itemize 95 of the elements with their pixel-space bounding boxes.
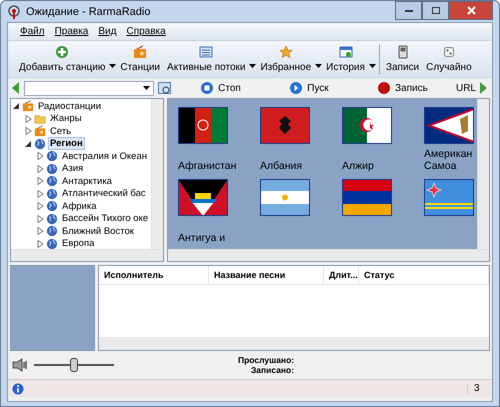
scrollbar[interactable] [151,99,163,249]
country-name[interactable]: Афганистан [178,148,254,172]
calendar-icon [338,45,353,59]
tree-item[interactable]: Атлантический бас [60,187,148,200]
radio-icon [22,100,34,112]
toolbar-button[interactable]: Избранное [257,43,314,75]
plus-icon [55,45,70,59]
radio-icon [34,125,46,138]
menu-item[interactable]: Правка [54,26,88,37]
status-count: 3 [467,383,488,394]
tree-item[interactable]: Радиостанции [36,100,104,113]
caret-icon[interactable] [315,64,322,68]
toolbar-button[interactable]: Добавить станцию [16,43,108,75]
tree-item[interactable]: Сеть [48,124,74,138]
toolbar-button[interactable]: Активные потоки [164,43,248,75]
stop-icon [200,81,214,95]
radio-tower-icon [7,4,21,18]
caret-icon[interactable] [109,64,116,68]
record-icon [376,81,391,95]
toolbar-button[interactable]: Станции [117,43,164,75]
expander-icon[interactable] [13,102,20,110]
toolbar-button[interactable]: Записи [382,43,422,75]
toolbar-button[interactable]: Случайно [423,43,475,75]
column-header[interactable]: Название песни [209,266,324,284]
minimize-button[interactable] [395,1,422,20]
flag-icon [424,107,474,144]
maximize-icon [432,7,440,14]
playback-button[interactable]: Пуск [289,81,329,95]
maximize-button[interactable] [422,1,449,20]
caret-icon[interactable] [368,64,376,68]
expander-icon[interactable] [25,140,32,148]
radio-icon [133,45,148,59]
list-icon [199,45,214,59]
slider-thumb[interactable] [70,358,78,372]
scrollbar[interactable] [168,249,489,261]
globe-icon [46,225,58,238]
info-label: Прослушано: [238,355,294,365]
tree-item[interactable]: Бассейн Тихого оке [60,212,150,226]
tree-item[interactable]: Азия [60,162,86,176]
speaker-icon[interactable] [12,358,30,372]
star-icon [278,45,293,59]
globe-icon [46,188,58,200]
dice-icon [442,45,456,59]
minimize-icon [404,10,412,12]
tree-item[interactable]: Жанры [48,112,84,126]
flag-icon [342,107,392,144]
globe-icon [34,138,46,150]
close-button[interactable] [449,1,493,20]
back-icon[interactable] [12,82,20,94]
flag-icon [178,107,228,144]
menu-item[interactable]: Справка [126,26,166,37]
close-icon [466,6,476,15]
tree-item[interactable]: Ближний Восток [60,224,136,238]
column-header[interactable]: Исполнитель [99,266,209,284]
tree-item[interactable]: Европа [60,237,96,249]
info-icon [12,382,24,394]
url-button[interactable]: URL [456,82,476,94]
globe-icon [46,175,58,188]
folder-icon [34,112,46,125]
info-label: Записано: [250,365,294,375]
caret-icon[interactable] [249,64,256,68]
caret-icon[interactable] [143,86,150,90]
scrollbar[interactable] [477,99,489,249]
flag-icon [260,179,310,216]
search-icon[interactable] [158,82,172,94]
globe-icon [46,238,58,249]
scrollbar[interactable] [11,249,163,261]
tree-item[interactable]: Австралия и Океан [60,150,149,163]
globe-icon [46,200,58,212]
toolbar-button[interactable]: История [323,43,368,75]
player-icon [396,45,410,59]
country-name[interactable]: Албания [260,148,336,172]
flag-icon [260,107,310,144]
tree-item[interactable]: Регион [48,137,85,150]
flag-icon [342,179,392,216]
flag-icon [178,179,228,216]
globe-icon [46,150,58,162]
country-name[interactable]: Антигуа и [178,220,254,244]
flag-icon [424,179,474,216]
column-header[interactable]: Статус [359,266,489,284]
forward-icon[interactable] [480,82,488,94]
tree-item[interactable]: Антарктика [60,174,114,188]
playback-button[interactable]: Стоп [200,81,241,95]
globe-icon [46,212,58,225]
globe-icon [46,162,58,175]
tree-item[interactable]: Африка [60,200,98,213]
scrollbar[interactable] [99,337,489,350]
playback-button[interactable]: Запись [376,81,428,95]
column-header[interactable]: Длит... [324,266,359,284]
menu-item[interactable]: Вид [98,26,116,37]
country-name[interactable]: Американ Самоа [424,148,477,172]
window-title: Ожидание - RarmaRadio [26,6,152,18]
country-name[interactable]: Алжир [342,148,418,172]
menu-item[interactable]: Файл [20,26,45,37]
play-icon [289,81,304,95]
